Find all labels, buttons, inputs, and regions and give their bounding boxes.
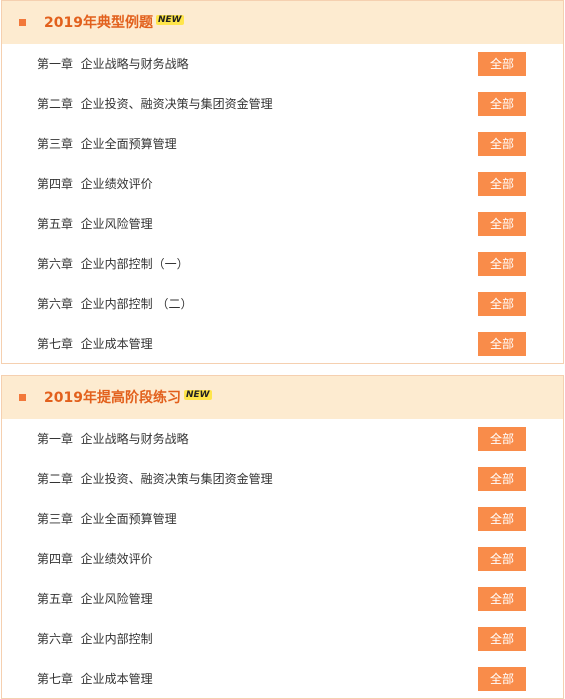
section-title: 2019年典型例题 NEW	[44, 15, 184, 31]
chapter-label: 第三章 企业全面预算管理	[37, 512, 177, 526]
chapter-list: 第一章 企业战略与财务战略 全部 第二章 企业投资、融资决策与集团资金管理 全部 第…	[2, 419, 563, 699]
new-badge: NEW	[155, 15, 184, 25]
list-item: 第七章 企业成本管理 全部	[2, 659, 563, 699]
list-item: 第六章 企业内部控制 全部	[2, 619, 563, 659]
list-item: 第一章 企业战略与财务战略 全部	[2, 44, 563, 84]
all-button[interactable]: 全部	[478, 427, 526, 451]
all-button[interactable]: 全部	[478, 252, 526, 276]
all-button[interactable]: 全部	[478, 292, 526, 316]
list-item: 第五章 企业风险管理 全部	[2, 579, 563, 619]
new-badge: NEW	[183, 390, 212, 400]
chapter-label: 第一章 企业战略与财务战略	[37, 57, 189, 71]
chapter-label: 第三章 企业全面预算管理	[37, 137, 177, 151]
all-button[interactable]: 全部	[478, 132, 526, 156]
all-button[interactable]: 全部	[478, 92, 526, 116]
list-item: 第七章 企业成本管理 全部	[2, 324, 563, 364]
chapter-label: 第七章 企业成本管理	[37, 337, 153, 351]
list-item: 第四章 企业绩效评价 全部	[2, 539, 563, 579]
chapter-label: 第四章 企业绩效评价	[37, 552, 153, 566]
list-item: 第二章 企业投资、融资决策与集团资金管理 全部	[2, 84, 563, 124]
section-header: 2019年提高阶段练习 NEW	[2, 376, 563, 419]
square-bullet-icon	[19, 19, 26, 26]
section-typical-examples: 2019年典型例题 NEW 第一章 企业战略与财务战略 全部 第二章 企业投资、融资…	[1, 0, 564, 364]
square-bullet-icon	[19, 394, 26, 401]
all-button[interactable]: 全部	[478, 467, 526, 491]
section-advanced-practice: 2019年提高阶段练习 NEW 第一章 企业战略与财务战略 全部 第二章 企业投资、…	[1, 375, 564, 699]
all-button[interactable]: 全部	[478, 587, 526, 611]
list-item: 第六章 企业内部控制 （二） 全部	[2, 284, 563, 324]
section-header: 2019年典型例题 NEW	[2, 1, 563, 44]
chapter-label: 第四章 企业绩效评价	[37, 177, 153, 191]
list-item: 第五章 企业风险管理 全部	[2, 204, 563, 244]
list-item: 第三章 企业全面预算管理 全部	[2, 124, 563, 164]
chapter-label: 第一章 企业战略与财务战略	[37, 432, 189, 446]
all-button[interactable]: 全部	[478, 627, 526, 651]
list-item: 第六章 企业内部控制（一） 全部	[2, 244, 563, 284]
all-button[interactable]: 全部	[478, 52, 526, 76]
all-button[interactable]: 全部	[478, 332, 526, 356]
all-button[interactable]: 全部	[478, 212, 526, 236]
section-title: 2019年提高阶段练习 NEW	[44, 390, 212, 406]
all-button[interactable]: 全部	[478, 172, 526, 196]
chapter-label: 第五章 企业风险管理	[37, 592, 153, 606]
list-item: 第三章 企业全面预算管理 全部	[2, 499, 563, 539]
all-button[interactable]: 全部	[478, 547, 526, 571]
chapter-label: 第六章 企业内部控制（一）	[37, 257, 189, 271]
chapter-label: 第五章 企业风险管理	[37, 217, 153, 231]
chapter-label: 第二章 企业投资、融资决策与集团资金管理	[37, 97, 273, 111]
list-item: 第二章 企业投资、融资决策与集团资金管理 全部	[2, 459, 563, 499]
chapter-label: 第二章 企业投资、融资决策与集团资金管理	[37, 472, 273, 486]
list-item: 第一章 企业战略与财务战略 全部	[2, 419, 563, 459]
chapter-label: 第六章 企业内部控制	[37, 632, 153, 646]
chapter-label: 第七章 企业成本管理	[37, 672, 153, 686]
chapter-list: 第一章 企业战略与财务战略 全部 第二章 企业投资、融资决策与集团资金管理 全部 第…	[2, 44, 563, 364]
chapter-label: 第六章 企业内部控制 （二）	[37, 297, 193, 311]
list-item: 第四章 企业绩效评价 全部	[2, 164, 563, 204]
all-button[interactable]: 全部	[478, 667, 526, 691]
all-button[interactable]: 全部	[478, 507, 526, 531]
